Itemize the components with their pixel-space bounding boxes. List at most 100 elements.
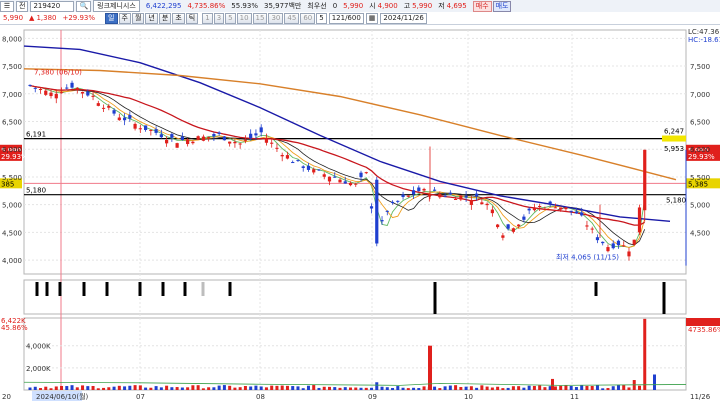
candle-body: [606, 247, 610, 252]
candle-body: [396, 200, 400, 202]
candle-body: [411, 190, 416, 195]
volume-bar: [538, 385, 542, 390]
candle-body: [511, 228, 515, 232]
volume-bar: [91, 385, 95, 390]
candle-body: [201, 136, 205, 141]
candle-body: [522, 216, 526, 220]
y-tick-label-right: 6,500: [690, 119, 710, 127]
candle-body: [401, 194, 405, 197]
mbtns-item[interactable]: 1: [202, 12, 213, 24]
candle-body: [80, 91, 85, 94]
pbtns-item[interactable]: 분: [158, 12, 172, 24]
candle-body: [643, 149, 647, 211]
volume-bar: [553, 386, 557, 390]
volume-bar: [601, 388, 605, 390]
pbtns-item[interactable]: 초: [172, 12, 185, 24]
volume-bar: [422, 386, 426, 390]
volume-bar: [60, 385, 64, 390]
mbtns-item[interactable]: 10: [236, 12, 252, 24]
mbtns-item[interactable]: 5: [225, 12, 236, 24]
candle-body: [180, 136, 184, 140]
buy-button[interactable]: 매수: [472, 0, 492, 12]
volume-bar: [637, 385, 641, 390]
candle-body: [159, 134, 163, 138]
volume-bar: [354, 387, 358, 390]
candle-body: [343, 181, 347, 184]
pbtns-item[interactable]: 틱: [185, 12, 199, 24]
candle-body: [117, 117, 121, 121]
mbtns-item[interactable]: 45: [284, 12, 300, 24]
candle-body: [338, 179, 342, 183]
candle-body: [112, 110, 116, 114]
candle-body: [564, 207, 568, 210]
date-input[interactable]: 2024/11/26: [380, 12, 427, 24]
candle-body: [637, 207, 642, 233]
candle-body: [186, 139, 190, 145]
y-tick-label: 6,000: [2, 146, 22, 154]
volume-spike: [653, 374, 656, 390]
candle-body: [128, 115, 132, 119]
current-price: 5,990: [343, 2, 364, 10]
calendar-icon[interactable]: ▦: [365, 12, 379, 24]
volume-bar: [490, 387, 494, 390]
candle-body: [296, 159, 300, 161]
candle-body: [432, 189, 437, 191]
low-label: 저: [438, 2, 445, 10]
candle-body: [459, 195, 463, 200]
pbtns-item[interactable]: 월: [131, 12, 145, 24]
volume-tag-right: [686, 318, 720, 326]
volume-bar: [86, 386, 90, 390]
highlight-box: [662, 135, 686, 142]
candle-body: [574, 211, 579, 214]
mbtns-item[interactable]: 3: [213, 12, 225, 24]
pbtns-item[interactable]: 주: [118, 12, 131, 24]
volume-bar: [349, 387, 353, 390]
candle-body: [75, 87, 79, 90]
volume-bar: [454, 385, 458, 390]
mbtns-item[interactable]: 60: [300, 12, 316, 24]
x-tick-label: 07: [136, 393, 145, 401]
candle-body: [469, 199, 473, 205]
period-button-day[interactable]: 일: [105, 12, 118, 24]
menu-icon[interactable]: ☰: [0, 0, 14, 12]
volume-bar: [191, 385, 195, 390]
y-tick-label: 4,000: [2, 257, 22, 265]
volume-bar: [102, 387, 106, 390]
volume-bar: [154, 386, 158, 390]
volume-bar: [81, 385, 85, 390]
candle-body: [501, 235, 505, 238]
period-select[interactable]: 전: [16, 0, 29, 12]
mbtns-item[interactable]: 30: [268, 12, 284, 24]
mbtns-item[interactable]: 15: [252, 12, 268, 24]
legend-hc: HC:-18.61: [688, 36, 720, 44]
volume-bar: [475, 387, 479, 390]
candle-body: [517, 224, 521, 227]
sell-button[interactable]: 매도: [492, 0, 512, 12]
open-value: 4,900: [377, 2, 398, 10]
candle-body: [406, 195, 410, 197]
signal-bar: [58, 282, 62, 296]
volume-bar: [559, 385, 563, 390]
candle-body: [165, 139, 169, 144]
x-tick-label: 11: [570, 393, 579, 401]
volume-bar: [485, 386, 489, 390]
count-input[interactable]: 5: [316, 12, 327, 24]
volume-bar: [322, 386, 326, 390]
volume-bar: [280, 385, 284, 390]
x-tick-label: 11/26: [690, 393, 711, 401]
volume-bar: [459, 386, 463, 390]
volume-bar: [375, 382, 379, 390]
volume-tick-label: 2,000K: [26, 365, 51, 373]
legend-lc: LC:47.36: [688, 28, 720, 36]
pbtns-item[interactable]: 년: [145, 12, 158, 24]
volume-bar: [222, 385, 226, 390]
candle-body: [595, 237, 600, 241]
volume-bar: [264, 387, 268, 390]
y-tick-label-right: 7,500: [690, 63, 710, 71]
high-annotation: 7,380 (06/10): [34, 69, 82, 77]
support-line-label: 5,180: [26, 187, 46, 195]
search-icon[interactable]: 🔍: [76, 0, 92, 12]
signal-bar: [183, 282, 187, 296]
code-input[interactable]: 219420: [30, 0, 75, 12]
volume-bar: [170, 387, 174, 390]
